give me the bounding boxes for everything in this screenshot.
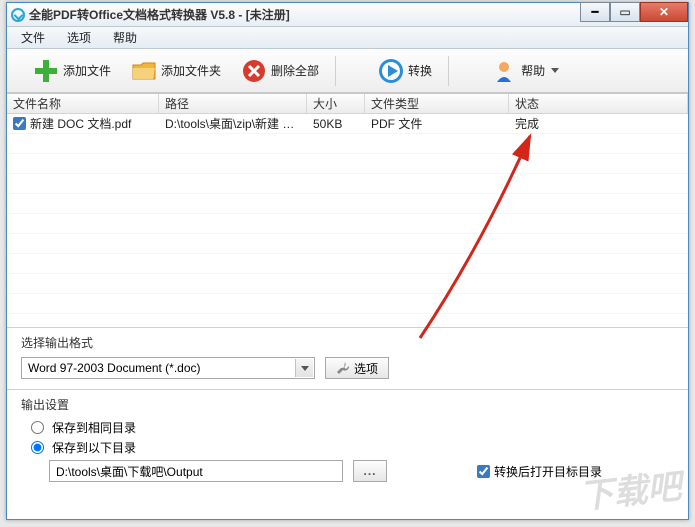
table-body: 新建 DOC 文档.pdf D:\tools\桌面\zip\新建 D... 50…: [7, 114, 688, 314]
titlebar[interactable]: 全能PDF转Office文档格式转换器 V5.8 - [未注册] ━ ▭ ✕: [7, 3, 688, 27]
play-icon: [378, 58, 404, 84]
menu-file[interactable]: 文件: [11, 27, 55, 48]
menu-options[interactable]: 选项: [57, 27, 101, 48]
options-label: 选项: [354, 360, 378, 377]
help-icon: [491, 58, 517, 84]
window-controls: ━ ▭ ✕: [580, 2, 688, 22]
options-button[interactable]: 选项: [325, 357, 389, 379]
format-section: 选择输出格式 Word 97-2003 Document (*.doc) 选项: [7, 327, 688, 389]
radio-same-dir[interactable]: [31, 421, 44, 434]
toolbar-separator-2: [448, 56, 449, 86]
table-row[interactable]: 新建 DOC 文档.pdf D:\tools\桌面\zip\新建 D... 50…: [7, 114, 688, 134]
cell-type: PDF 文件: [365, 113, 509, 134]
cell-path: D:\tools\桌面\zip\新建 D...: [159, 113, 307, 134]
toolbar: 添加文件 添加文件夹 删除全部 转换 帮助: [7, 49, 688, 93]
chevron-down-icon[interactable]: [295, 359, 313, 377]
browse-button[interactable]: ...: [353, 460, 387, 482]
output-title: 输出设置: [21, 396, 674, 413]
header-path[interactable]: 路径: [159, 94, 307, 113]
open-target-checkbox[interactable]: 转换后打开目标目录: [477, 463, 602, 480]
add-file-button[interactable]: 添加文件: [23, 54, 121, 88]
output-path-input[interactable]: D:\tools\桌面\下载吧\Output: [49, 460, 343, 482]
maximize-button[interactable]: ▭: [610, 2, 640, 22]
open-after-checkbox[interactable]: [477, 465, 490, 478]
header-status[interactable]: 状态: [509, 94, 688, 113]
menu-help[interactable]: 帮助: [103, 27, 147, 48]
header-type[interactable]: 文件类型: [365, 94, 509, 113]
header-size[interactable]: 大小: [307, 94, 365, 113]
app-title: 全能PDF转Office文档格式转换器 V5.8 - [未注册]: [29, 6, 290, 23]
output-section: 输出设置 保存到相同目录 保存到以下目录 D:\tools\桌面\下载吧\Out…: [7, 389, 688, 492]
same-dir-label: 保存到相同目录: [52, 419, 136, 436]
wrench-icon: [336, 361, 350, 375]
add-folder-button[interactable]: 添加文件夹: [121, 54, 231, 88]
format-title: 选择输出格式: [21, 334, 674, 351]
delete-icon: [241, 58, 267, 84]
plus-icon: [33, 58, 59, 84]
row-checkbox[interactable]: [13, 117, 26, 130]
delete-all-button[interactable]: 删除全部: [231, 54, 329, 88]
close-button[interactable]: ✕: [640, 2, 688, 22]
cell-size: 50KB: [307, 115, 365, 133]
path-text: D:\tools\桌面\下载吧\Output: [56, 463, 203, 480]
file-table: 文件名称 路径 大小 文件类型 状态 新建 DOC 文档.pdf D:\tool…: [7, 93, 688, 327]
table-header: 文件名称 路径 大小 文件类型 状态: [7, 94, 688, 114]
add-file-label: 添加文件: [63, 62, 111, 79]
folder-icon: [131, 58, 157, 84]
app-window: 全能PDF转Office文档格式转换器 V5.8 - [未注册] ━ ▭ ✕ 文…: [6, 2, 689, 520]
cell-name: 新建 DOC 文档.pdf: [30, 115, 131, 132]
save-same-dir-radio[interactable]: 保存到相同目录: [31, 419, 674, 436]
help-label: 帮助: [521, 62, 545, 79]
minimize-button[interactable]: ━: [580, 2, 610, 22]
add-folder-label: 添加文件夹: [161, 62, 221, 79]
cell-status: 完成: [509, 113, 688, 134]
convert-button[interactable]: 转换: [368, 54, 442, 88]
help-button[interactable]: 帮助: [481, 54, 569, 88]
below-dir-label: 保存到以下目录: [52, 439, 136, 456]
delete-all-label: 删除全部: [271, 62, 319, 79]
radio-below-dir[interactable]: [31, 441, 44, 454]
convert-label: 转换: [408, 62, 432, 79]
menubar: 文件 选项 帮助: [7, 27, 688, 49]
open-after-label: 转换后打开目标目录: [494, 463, 602, 480]
chevron-down-icon: [551, 68, 559, 73]
format-combobox[interactable]: Word 97-2003 Document (*.doc): [21, 357, 315, 379]
format-selected: Word 97-2003 Document (*.doc): [28, 361, 201, 375]
header-name[interactable]: 文件名称: [7, 94, 159, 113]
app-icon: [11, 8, 25, 22]
toolbar-separator: [335, 56, 336, 86]
save-below-dir-radio[interactable]: 保存到以下目录: [31, 439, 674, 456]
